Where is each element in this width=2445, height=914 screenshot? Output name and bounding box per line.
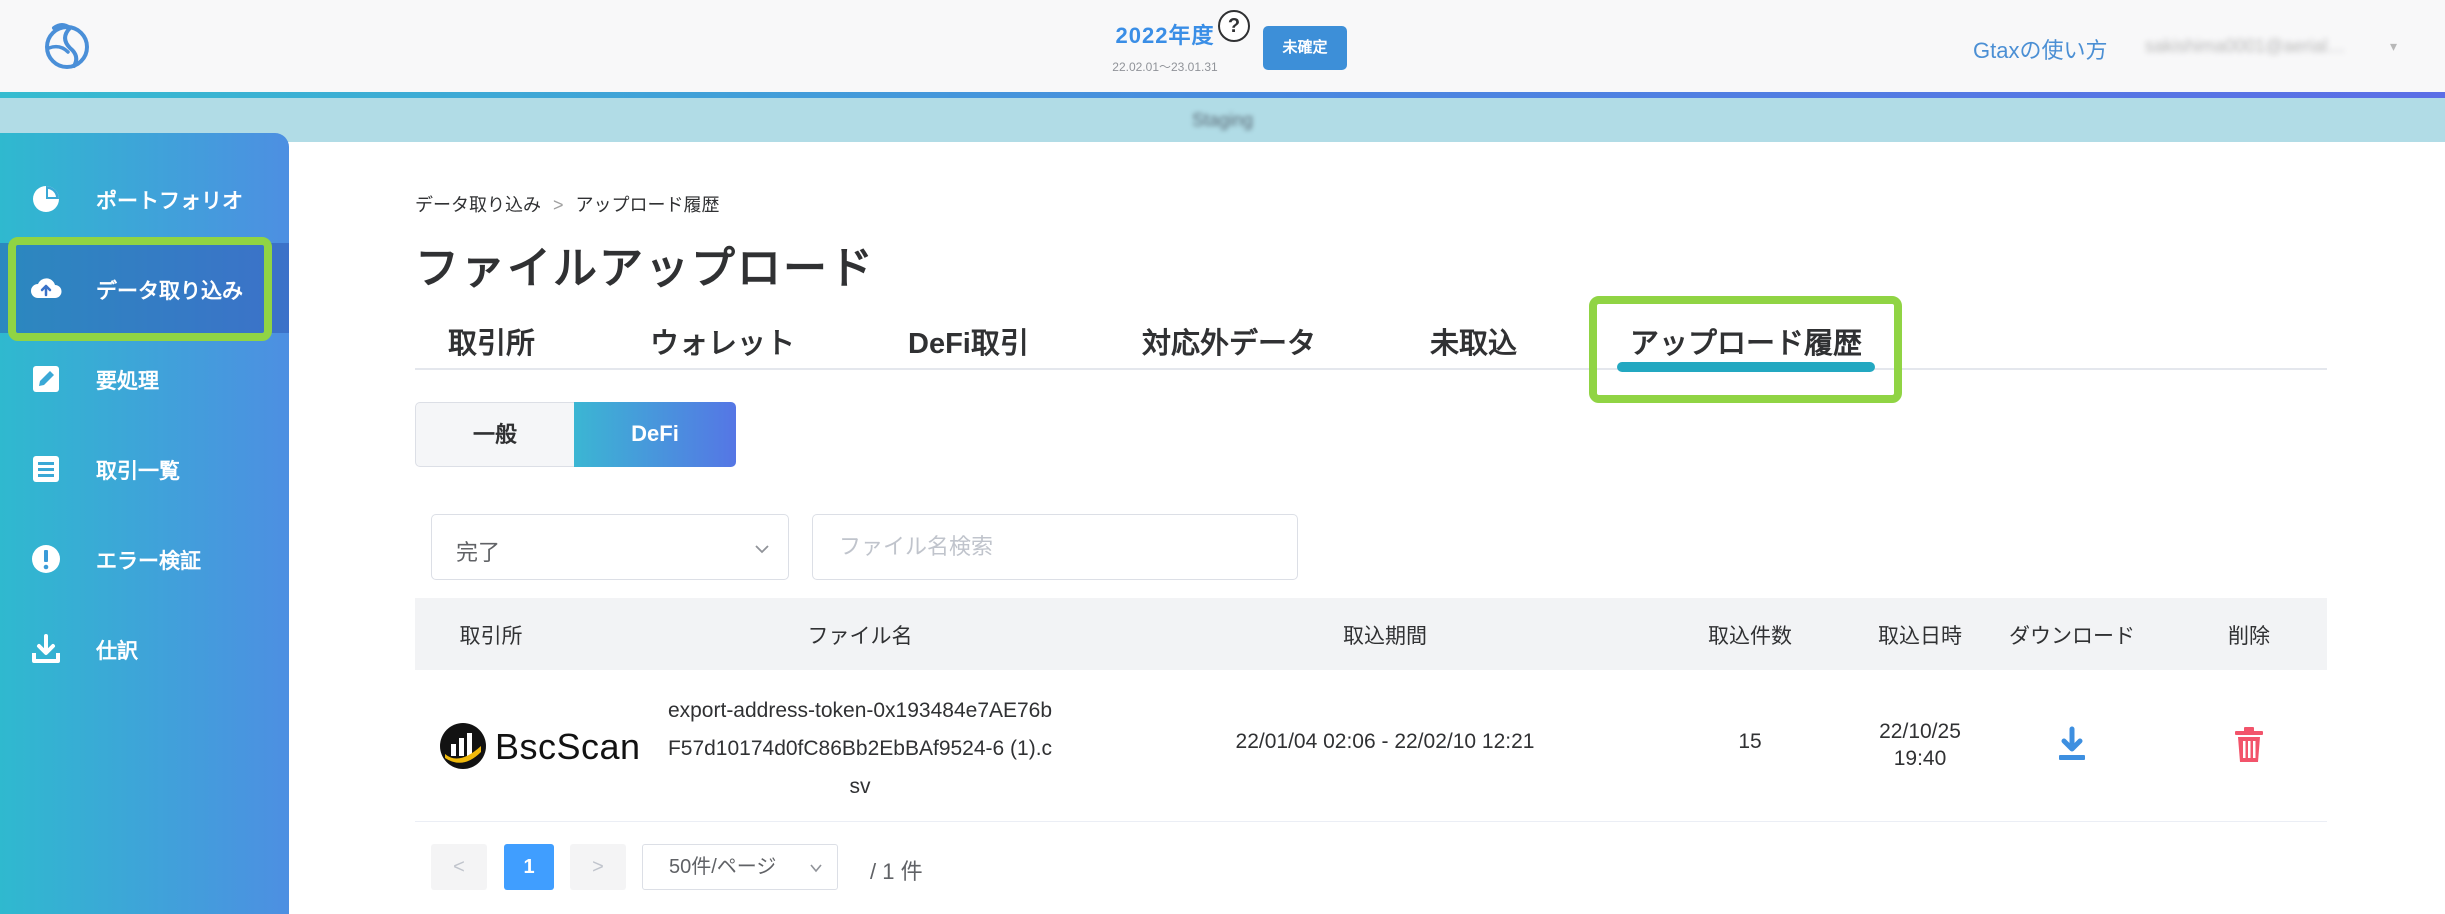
highlight-box-sidebar	[8, 237, 272, 341]
download-icon	[32, 634, 60, 663]
column-header-file-name: ファイル名	[807, 625, 913, 648]
pie-chart-icon	[33, 186, 59, 212]
column-header-import-date: 取込日時	[1878, 625, 1962, 648]
column-header-import-period: 取込期間	[1343, 625, 1427, 648]
fiscal-year-range: 22.02.01〜23.01.31	[1112, 60, 1218, 74]
import-date-cell: 22/10/25 19:40	[1845, 718, 1995, 772]
sidebar-item-label: 要処理	[96, 370, 159, 393]
environment-notice-text: Staging	[1191, 110, 1254, 130]
alert-icon	[32, 545, 60, 573]
import-count-cell: 15	[1738, 730, 1762, 753]
breadcrumb-separator: >	[553, 195, 564, 215]
import-period-cell: 22/01/04 02:06 - 22/02/10 12:21	[1235, 730, 1535, 753]
sidebar-item-label: ポートフォリオ	[96, 190, 243, 213]
fiscal-year-selector[interactable]: 2022年度 22.02.01〜23.01.31	[1100, 18, 1230, 75]
trash-icon[interactable]	[2233, 726, 2265, 764]
sidebar-item-label: 仕訳	[96, 640, 138, 663]
column-header-exchange: 取引所	[459, 625, 523, 648]
file-name-search-input[interactable]	[812, 514, 1298, 580]
tab-wallet[interactable]: ウォレット	[650, 320, 795, 362]
sidebar-item-journal[interactable]: 仕訳	[0, 603, 289, 693]
app-header: 2022年度 22.02.01〜23.01.31 ? 未確定 Gtaxの使い方 …	[0, 0, 2445, 92]
download-icon[interactable]	[2055, 726, 2089, 764]
user-menu[interactable]: sakishima0001@aerial…	[2145, 36, 2345, 57]
sidebar-item-label: エラー検証	[96, 550, 201, 573]
tab-exchange[interactable]: 取引所	[448, 320, 535, 362]
pagination-prev-button[interactable]: <	[431, 844, 487, 890]
page-size-value: 50件/ページ	[669, 856, 777, 878]
pagination-next-button[interactable]: >	[570, 844, 626, 890]
column-header-import-count: 取込件数	[1708, 625, 1792, 648]
tab-defi[interactable]: DeFi取引	[908, 320, 1029, 362]
user-menu-caret-icon[interactable]: ▾	[2390, 38, 2397, 55]
breadcrumb-current: アップロード履歴	[575, 195, 720, 215]
pagination-page-1[interactable]: 1	[504, 844, 554, 890]
sidebar-item-label: 取引一覧	[96, 460, 180, 483]
bscscan-logo: BscScan	[439, 718, 640, 774]
sidebar-item-portfolio[interactable]: ポートフォリオ	[0, 153, 289, 243]
status-filter-select[interactable]: 完了	[431, 514, 789, 580]
column-header-download: ダウンロード	[2009, 625, 2135, 648]
help-icon[interactable]: ?	[1218, 10, 1250, 42]
chevron-down-icon	[810, 864, 822, 873]
breadcrumb: データ取り込み > アップロード履歴	[415, 191, 720, 217]
list-icon	[33, 456, 59, 482]
file-name-cell: export-address-token-0x193484e7AE76bF57d…	[667, 699, 1053, 798]
tab-bar: 取引所 ウォレット DeFi取引 対応外データ 未取込 アップロード履歴	[415, 312, 2327, 370]
table-row: BscScan export-address-token-0x193484e7A…	[415, 670, 2327, 822]
segment-general-button[interactable]: 一般	[415, 402, 575, 467]
status-filter-value: 完了	[456, 540, 501, 565]
page-title: ファイルアップロード	[415, 244, 875, 293]
breadcrumb-parent[interactable]: データ取り込み	[415, 195, 541, 215]
table-header: 取引所 ファイル名 取込期間 取込件数 取込日時 ダウンロード 削除	[415, 598, 2327, 670]
gtax-logo-icon[interactable]	[40, 18, 94, 72]
sidebar-item-transactions[interactable]: 取引一覧	[0, 423, 289, 513]
howto-link[interactable]: Gtaxの使い方	[1973, 33, 2107, 65]
bscscan-mark-icon	[440, 723, 486, 769]
chevron-down-icon	[755, 545, 769, 554]
import-time-line: 19:40	[1893, 747, 1947, 770]
sidebar-item-action-required[interactable]: 要処理	[0, 333, 289, 423]
column-header-delete: 削除	[2228, 625, 2270, 648]
sidebar-item-error-check[interactable]: エラー検証	[0, 513, 289, 603]
import-date-line: 22/10/25	[1879, 720, 1961, 743]
tab-not-imported[interactable]: 未取込	[1430, 320, 1517, 362]
edit-icon	[33, 366, 59, 392]
segment-defi-button[interactable]: DeFi	[574, 402, 736, 467]
page-size-select[interactable]: 50件/ページ	[642, 844, 838, 890]
pagination-total: / 1 件	[870, 859, 923, 884]
bscscan-logo-text: BscScan	[495, 726, 641, 767]
environment-notice-bar: Staging	[0, 98, 2445, 142]
unconfirmed-status-button[interactable]: 未確定	[1263, 26, 1347, 70]
fiscal-year-title[interactable]: 2022年度	[1100, 18, 1230, 50]
highlight-box-tab	[1589, 296, 1902, 403]
tab-unsupported-data[interactable]: 対応外データ	[1142, 320, 1316, 362]
